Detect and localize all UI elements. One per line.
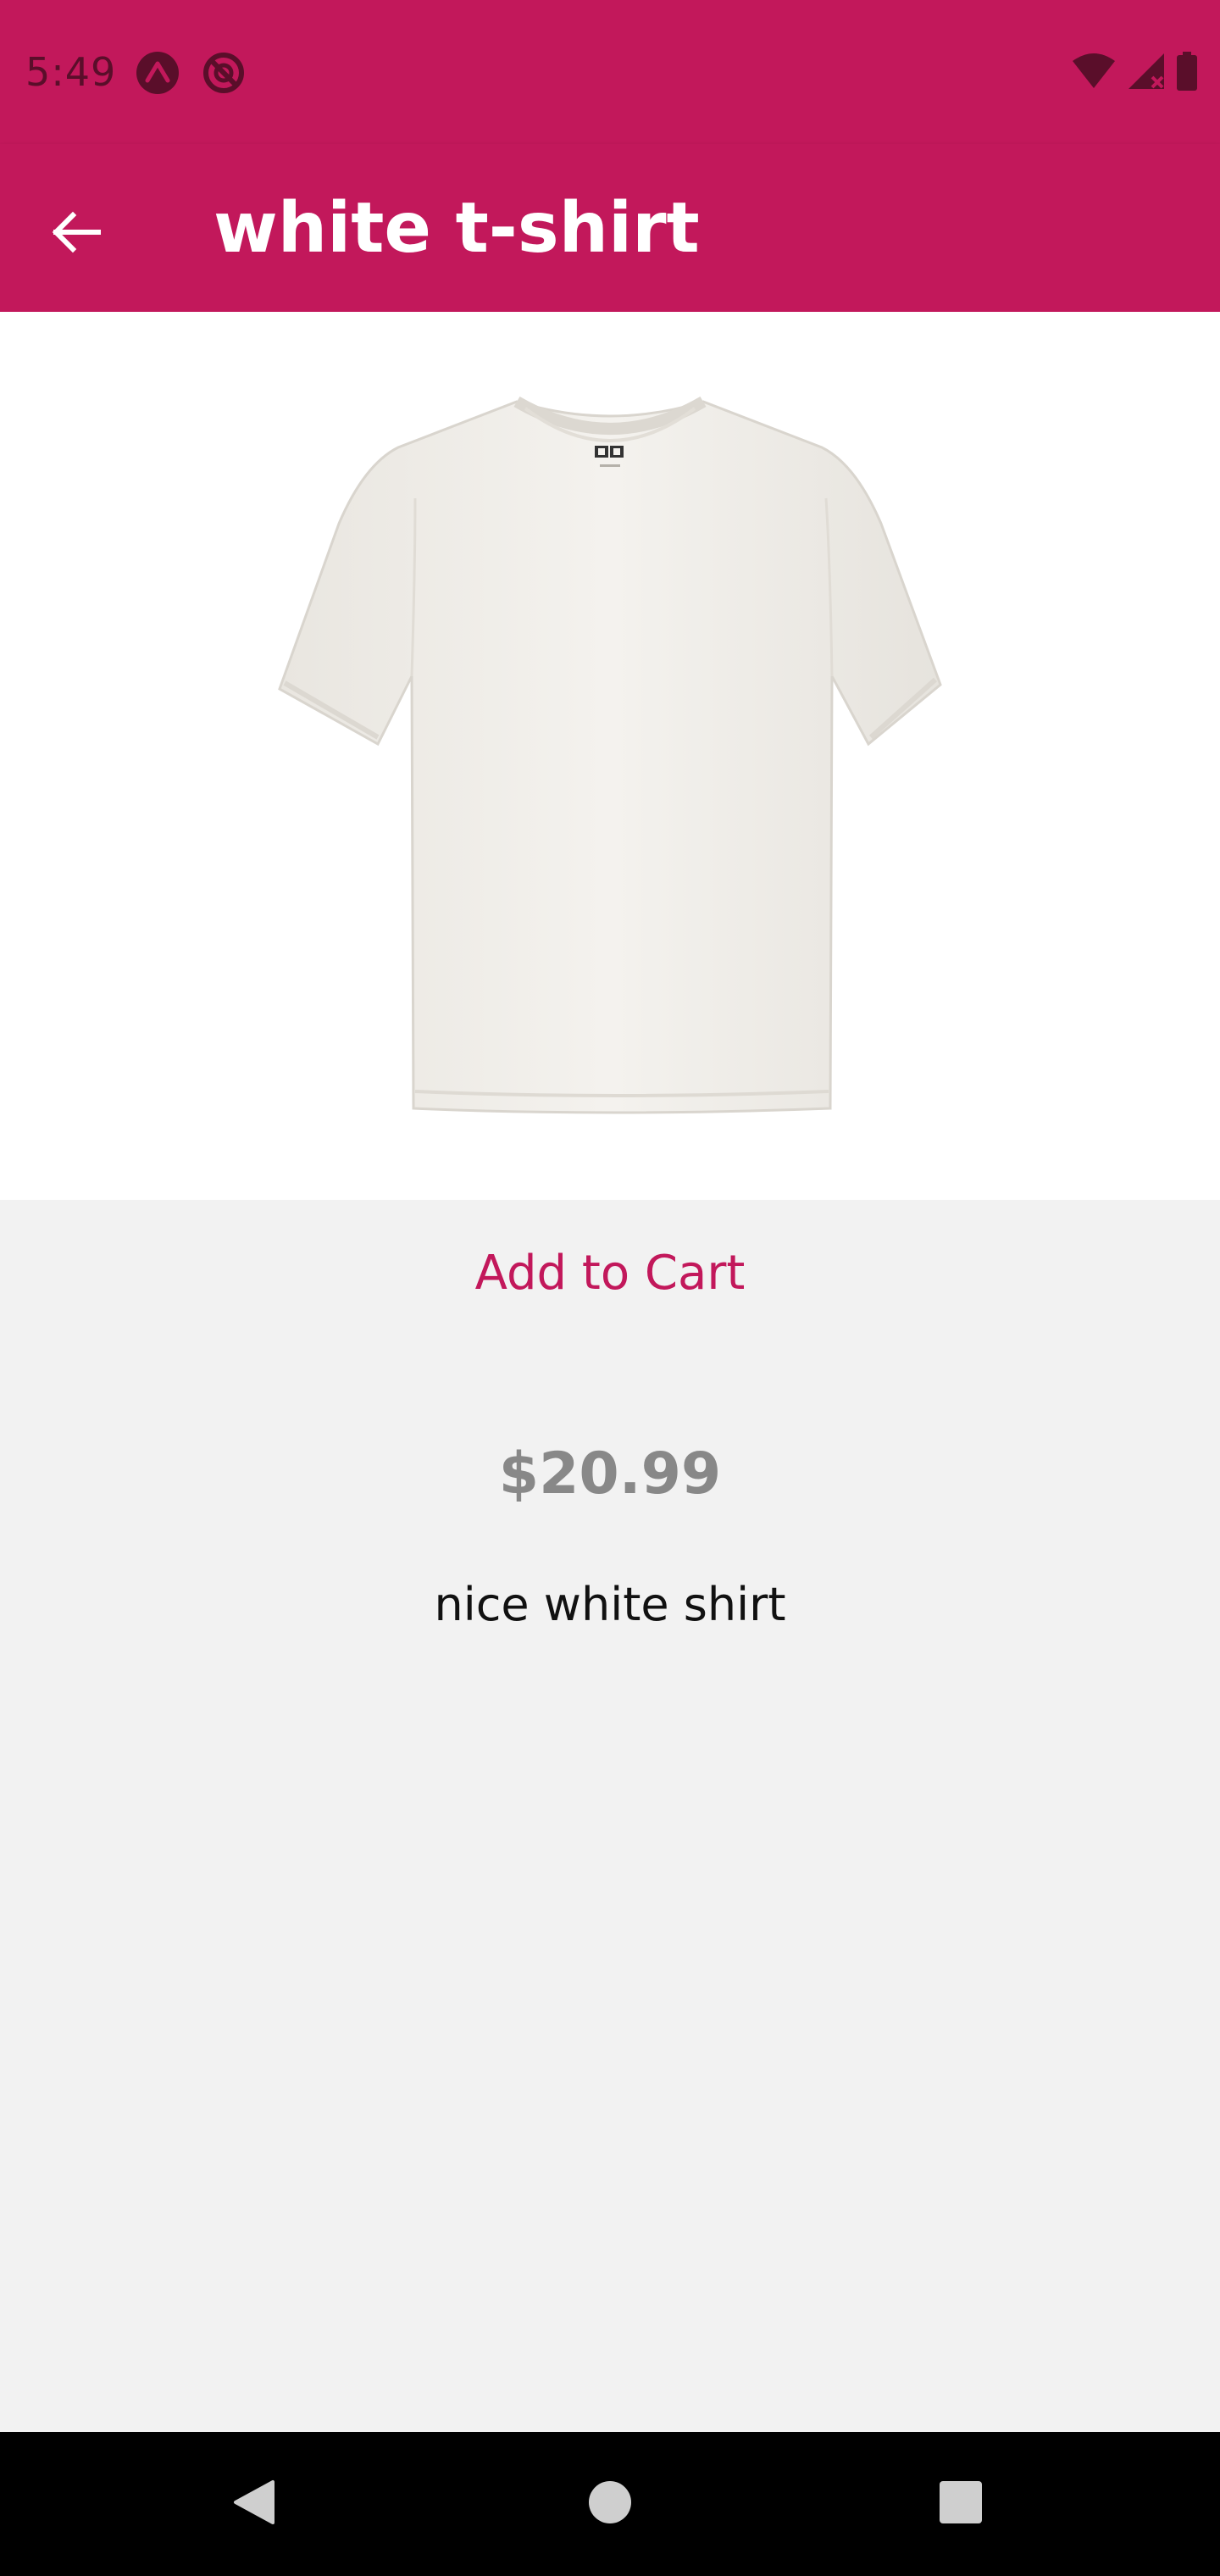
product-image-panel [0, 312, 1220, 1200]
back-button[interactable] [34, 192, 119, 276]
nav-back-button[interactable] [220, 2470, 288, 2538]
status-time: 5:49 [25, 49, 117, 95]
status-bar: 5:49 [0, 0, 1220, 144]
cell-signal-icon [1127, 52, 1166, 94]
wifi-icon [1071, 53, 1117, 93]
home-circle-icon [586, 2479, 634, 2529]
sync-disabled-icon [202, 51, 246, 95]
status-indicators [1071, 52, 1198, 94]
white-tshirt-image [271, 396, 949, 1117]
product-price: $20.99 [498, 1441, 722, 1507]
add-to-cart-button[interactable]: Add to Cart [0, 1246, 1220, 1301]
back-triangle-icon [230, 2479, 278, 2529]
product-description: nice white shirt [434, 1578, 786, 1631]
app-bar: white t-shirt [0, 144, 1220, 312]
nav-home-button[interactable] [576, 2470, 644, 2538]
page-title: white t-shirt [214, 188, 700, 269]
system-nav-bar [0, 2432, 1220, 2576]
arrow-left-icon [51, 210, 102, 258]
product-detail-screen: 5:49 white t-shirt Add to Cart $20.99 ni… [0, 0, 1220, 2576]
nav-recents-button[interactable] [927, 2470, 995, 2538]
recents-square-icon [937, 2479, 984, 2529]
expo-icon [136, 51, 180, 95]
battery-icon [1176, 52, 1198, 94]
